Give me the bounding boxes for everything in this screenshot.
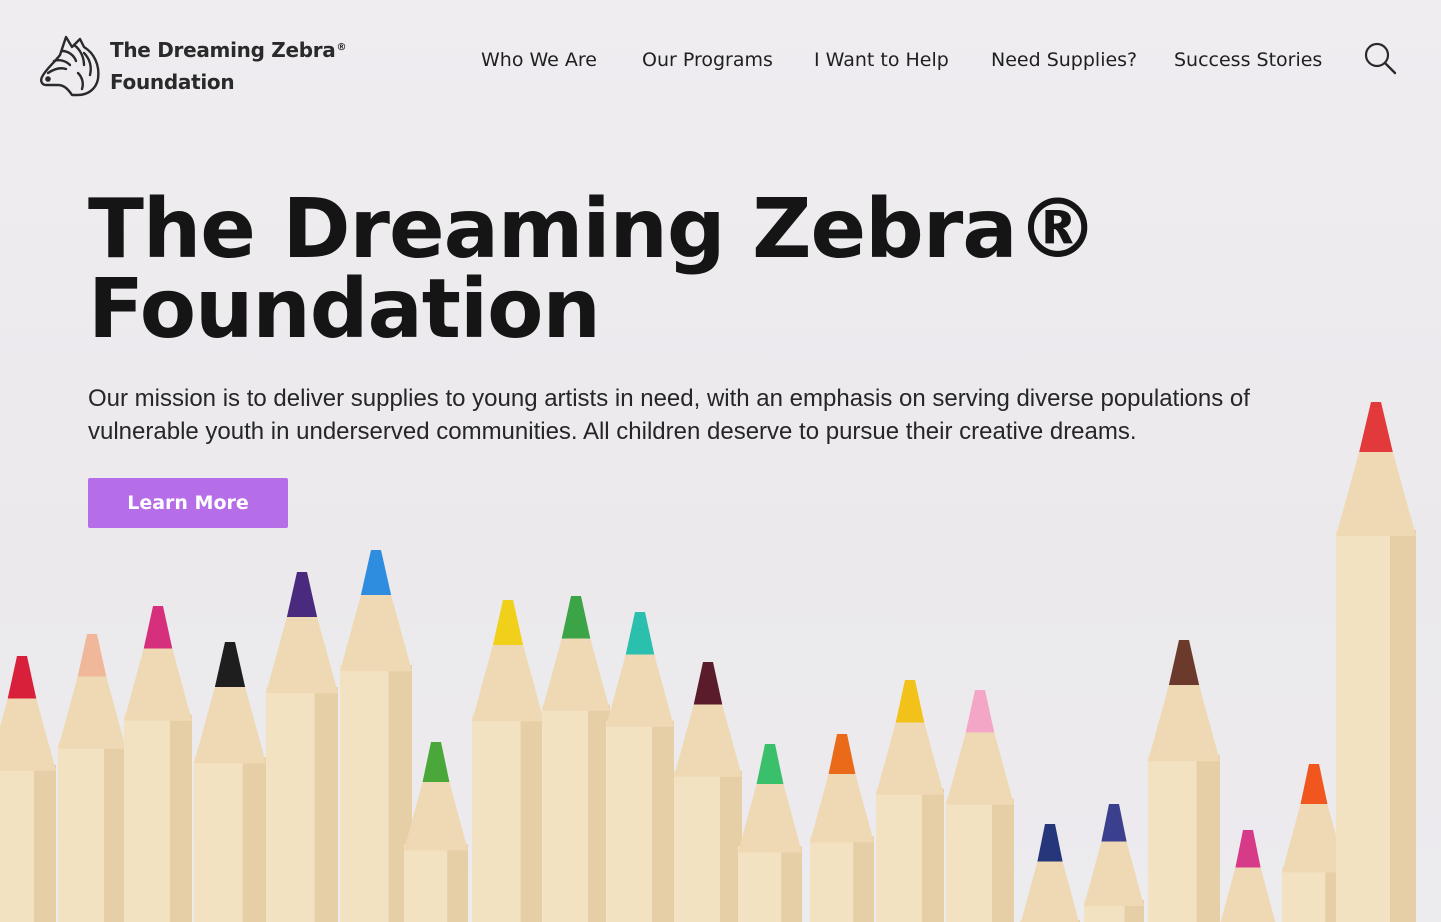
hero-title-line1: The Dreaming Zebra® (88, 182, 1099, 277)
hero-title-line2: Foundation (88, 262, 601, 357)
pencil (738, 744, 802, 922)
main-nav: Who We Are Our Programs I Want to Help N… (0, 44, 1441, 76)
mission-line1: Our mission is to deliver supplies to yo… (88, 385, 1250, 412)
learn-more-button[interactable]: Learn More (88, 478, 288, 528)
pencil (404, 742, 468, 922)
pencil (946, 690, 1014, 922)
pencil (194, 642, 266, 922)
pencil (58, 634, 126, 922)
nav-i-want-to-help[interactable]: I Want to Help (814, 44, 949, 76)
pencil (1020, 824, 1080, 922)
pencil (340, 550, 412, 922)
colored-pencils-photo (0, 402, 1416, 922)
pencil (266, 572, 338, 922)
mission-line2: vulnerable youth in underserved communit… (88, 418, 1137, 445)
pencil (810, 734, 874, 922)
pencil (1084, 804, 1144, 922)
pencil (1336, 402, 1416, 922)
search-button[interactable] (1362, 40, 1398, 76)
pencil (1148, 640, 1220, 922)
pencil (1220, 830, 1276, 922)
page: The Dreaming Zebra® Foundation Who We Ar… (0, 0, 1441, 922)
pencil (606, 612, 674, 922)
nav-our-programs[interactable]: Our Programs (642, 44, 773, 76)
search-icon (1364, 42, 1397, 75)
nav-who-we-are[interactable]: Who We Are (481, 44, 597, 76)
pencil (876, 680, 944, 922)
pencil (0, 656, 56, 922)
pencil (542, 596, 610, 922)
nav-need-supplies[interactable]: Need Supplies? (991, 44, 1137, 76)
pencil (472, 600, 544, 922)
nav-success-stories[interactable]: Success Stories (1174, 44, 1322, 76)
pencil (124, 606, 192, 922)
pencil (1282, 764, 1346, 922)
mission-statement: Our mission is to deliver supplies to yo… (88, 382, 1338, 448)
pencil (674, 662, 742, 922)
hero-title: The Dreaming Zebra® Foundation (88, 182, 1099, 357)
